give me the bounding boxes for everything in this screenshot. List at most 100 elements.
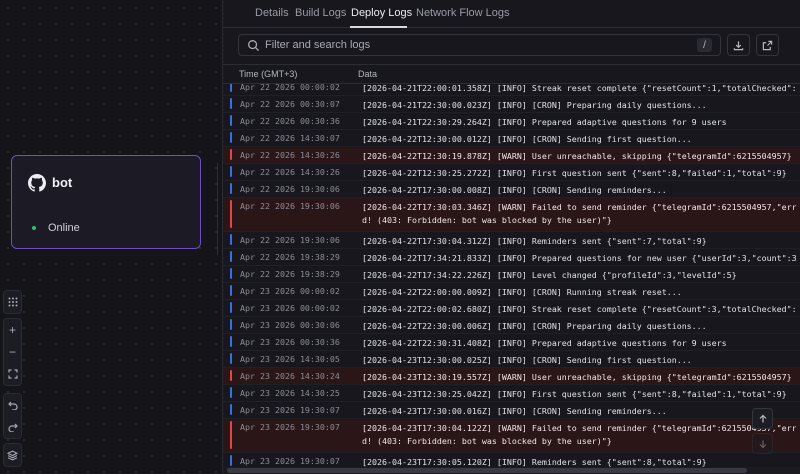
- log-message-line: [2026-04-22T17:34:21.833Z] [INFO] Prepar…: [362, 253, 796, 263]
- log-message: [2026-04-21T22:30:00.023Z] [INFO] [CRON]…: [362, 99, 796, 112]
- log-row[interactable]: Apr 22 2026 19:30:06 [2026-04-22T17:30:04…: [223, 232, 800, 249]
- zoom-out-button[interactable]: −: [4, 341, 21, 363]
- scroll-to-top-button[interactable]: [752, 408, 773, 429]
- log-level-bar-warn: [230, 370, 232, 381]
- tab-network-flow-logs[interactable]: Network Flow Logs: [416, 7, 510, 19]
- fit-view-button[interactable]: [4, 363, 21, 385]
- column-data: Data: [358, 69, 378, 79]
- fit-view-icon: [7, 369, 18, 379]
- log-row[interactable]: Apr 22 2026 14:30:26 [2026-04-22T12:30:19…: [223, 147, 800, 164]
- scroll-to-bottom-button[interactable]: [752, 433, 773, 454]
- log-message: [2026-04-23T17:30:04.122Z] [WARN] Failed…: [362, 422, 796, 448]
- download-icon: [733, 40, 744, 50]
- log-message-line: d! (403: Forbidden: bot was blocked by t…: [362, 215, 612, 225]
- log-row[interactable]: Apr 23 2026 14:30:25 [2026-04-23T12:30:25…: [223, 385, 800, 402]
- log-timestamp: Apr 22 2026 19:30:06: [240, 184, 340, 194]
- zoom-in-button[interactable]: +: [4, 319, 21, 341]
- log-scroll-area[interactable]: Apr 22 2026 00:00:02 [2026-04-21T22:00:01…: [223, 84, 800, 474]
- log-row[interactable]: Apr 23 2026 00:30:36 [2026-04-22T22:30:31…: [223, 334, 800, 351]
- log-message: [2026-04-22T12:30:19.878Z] [WARN] User u…: [362, 150, 796, 163]
- log-level-bar-info: [230, 302, 232, 313]
- log-row[interactable]: Apr 23 2026 19:30:07 [2026-04-23T17:30:04…: [223, 419, 800, 453]
- log-search-input[interactable]: [265, 37, 685, 53]
- undo-icon: [7, 401, 18, 410]
- log-level-bar-info: [230, 98, 232, 109]
- architecture-canvas[interactable]: bot Online + −: [0, 0, 222, 474]
- log-level-bar-info: [230, 319, 232, 330]
- log-timestamp: Apr 23 2026 14:30:24: [240, 371, 340, 381]
- log-row[interactable]: Apr 23 2026 14:30:05 [2026-04-23T12:30:00…: [223, 351, 800, 368]
- log-row[interactable]: Apr 22 2026 00:30:07 [2026-04-21T22:30:00…: [223, 96, 800, 113]
- online-status-dot: [32, 226, 36, 230]
- log-row[interactable]: Apr 22 2026 19:30:06 [2026-04-22T17:30:00…: [223, 181, 800, 198]
- log-timestamp: Apr 22 2026 00:00:02: [240, 84, 340, 92]
- log-row[interactable]: Apr 22 2026 19:38:29 [2026-04-22T17:34:21…: [223, 249, 800, 266]
- log-message: [2026-04-22T17:30:04.312Z] [INFO] Remind…: [362, 235, 796, 248]
- log-message: [2026-04-22T17:34:21.833Z] [INFO] Prepar…: [362, 252, 796, 265]
- tab-build-logs[interactable]: Build Logs: [295, 7, 346, 19]
- log-message-line: [2026-04-21T22:00:01.358Z] [INFO] Streak…: [362, 84, 796, 93]
- log-row[interactable]: Apr 22 2026 14:30:26 [2026-04-22T12:30:25…: [223, 164, 800, 181]
- grid-icon: [8, 297, 17, 307]
- log-message-line: [2026-04-22T17:30:00.008Z] [INFO] [CRON]…: [362, 185, 667, 195]
- undo-button[interactable]: [4, 394, 21, 416]
- log-timestamp: Apr 22 2026 19:30:06: [240, 235, 340, 245]
- log-row[interactable]: Apr 23 2026 00:00:02 [2026-04-22T22:00:00…: [223, 283, 800, 300]
- log-row[interactable]: Apr 22 2026 14:30:07 [2026-04-22T12:30:00…: [223, 130, 800, 147]
- log-message: [2026-04-22T17:30:03.346Z] [WARN] Failed…: [362, 201, 796, 227]
- log-row[interactable]: Apr 23 2026 14:30:24 [2026-04-23T12:30:19…: [223, 368, 800, 385]
- log-message-line: [2026-04-21T22:30:29.264Z] [INFO] Prepar…: [362, 117, 727, 127]
- log-message-line: [2026-04-22T22:30:31.408Z] [INFO] Prepar…: [362, 338, 727, 348]
- log-level-bar-info: [230, 183, 232, 194]
- layers-tool-group: [3, 443, 22, 467]
- log-row[interactable]: Apr 22 2026 00:30:36 [2026-04-21T22:30:29…: [223, 113, 800, 130]
- tab-details[interactable]: Details: [255, 7, 289, 19]
- plus-icon: +: [8, 323, 16, 337]
- log-message: [2026-04-22T22:00:00.009Z] [INFO] [CRON]…: [362, 286, 796, 299]
- log-row[interactable]: Apr 23 2026 19:30:07 [2026-04-23T17:30:00…: [223, 402, 800, 419]
- log-timestamp: Apr 23 2026 19:30:07: [240, 405, 340, 415]
- log-level-bar-info: [230, 336, 232, 347]
- redo-button[interactable]: [4, 416, 21, 438]
- log-level-bar-warn: [230, 421, 232, 449]
- log-level-bar-info: [230, 84, 232, 92]
- log-timestamp: Apr 23 2026 00:00:02: [240, 286, 340, 296]
- horizontal-scrollbar[interactable]: [223, 467, 800, 474]
- log-message-line: [2026-04-22T12:30:25.272Z] [INFO] First …: [362, 168, 787, 178]
- grid-button[interactable]: [4, 291, 21, 313]
- log-message-line: [2026-04-22T17:30:04.312Z] [INFO] Remind…: [362, 236, 707, 246]
- log-row[interactable]: Apr 22 2026 00:00:02 [2026-04-21T22:00:01…: [223, 84, 800, 96]
- log-message: [2026-04-22T22:00:02.680Z] [INFO] Streak…: [362, 303, 796, 316]
- log-row[interactable]: Apr 23 2026 00:00:02 [2026-04-22T22:00:02…: [223, 300, 800, 317]
- log-message-line: [2026-04-22T22:00:02.680Z] [INFO] Streak…: [362, 304, 796, 314]
- search-icon: [248, 40, 260, 52]
- log-message: [2026-04-21T22:00:01.358Z] [INFO] Streak…: [362, 84, 796, 95]
- log-level-bar-warn: [230, 200, 232, 228]
- external-link-icon: [762, 40, 773, 50]
- log-search-box[interactable]: /: [238, 34, 721, 56]
- tab-deploy-logs[interactable]: Deploy Logs: [351, 7, 412, 19]
- service-card-bot[interactable]: bot Online: [11, 155, 201, 249]
- log-timestamp: Apr 23 2026 00:30:06: [240, 320, 340, 330]
- panel-tabs: Details Build Logs Deploy Logs Network F…: [223, 0, 800, 28]
- log-row[interactable]: Apr 22 2026 19:38:29 [2026-04-22T17:34:22…: [223, 266, 800, 283]
- log-timestamp: Apr 23 2026 00:30:36: [240, 337, 340, 347]
- service-details-panel: Details Build Logs Deploy Logs Network F…: [222, 0, 800, 474]
- zoom-tool-group: + −: [3, 318, 22, 386]
- log-level-bar-info: [230, 455, 232, 466]
- log-row[interactable]: Apr 23 2026 00:30:06 [2026-04-22T22:30:00…: [223, 317, 800, 334]
- horizontal-scrollbar-thumb[interactable]: [227, 468, 747, 473]
- log-level-bar-info: [230, 166, 232, 177]
- active-tab-indicator: [350, 26, 407, 28]
- log-timestamp: Apr 22 2026 14:30:07: [240, 133, 340, 143]
- log-row[interactable]: Apr 22 2026 19:30:06 [2026-04-22T17:30:03…: [223, 198, 800, 232]
- download-logs-button[interactable]: [727, 34, 750, 56]
- log-timestamp: Apr 23 2026 00:00:02: [240, 303, 340, 313]
- log-message-line: [2026-04-22T17:34:22.226Z] [INFO] Level …: [362, 270, 737, 280]
- log-message: [2026-04-23T17:30:00.016Z] [INFO] [CRON]…: [362, 405, 796, 418]
- open-external-button[interactable]: [756, 34, 779, 56]
- log-message: [2026-04-22T22:30:00.006Z] [INFO] [CRON]…: [362, 320, 796, 333]
- layers-button[interactable]: [4, 444, 21, 466]
- log-timestamp: Apr 22 2026 14:30:26: [240, 167, 340, 177]
- log-level-bar-info: [230, 234, 232, 245]
